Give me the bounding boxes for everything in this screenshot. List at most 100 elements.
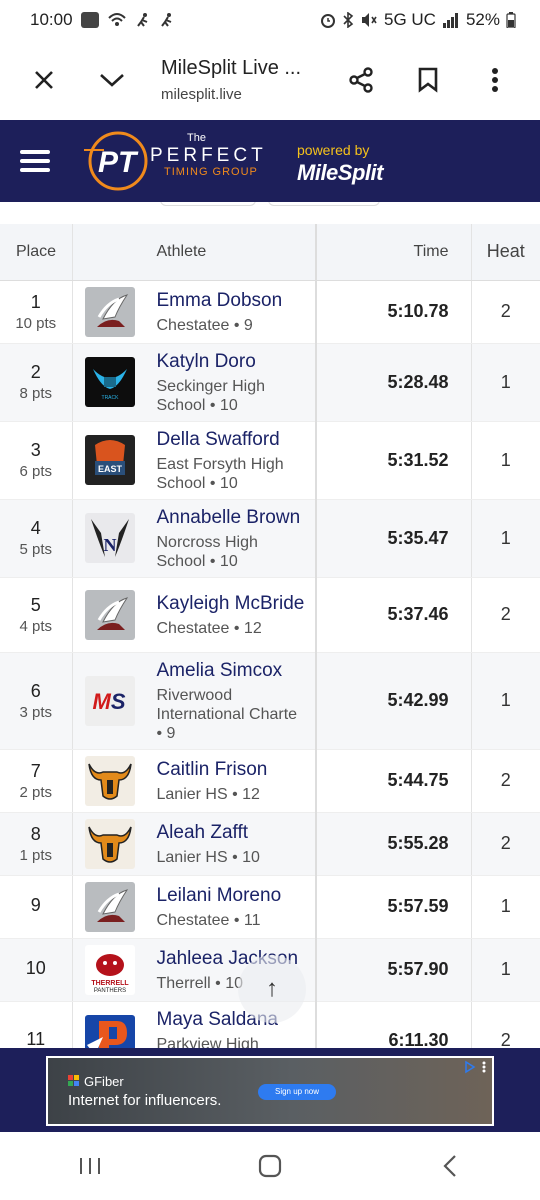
place-number: 5	[30, 594, 41, 615]
header-time[interactable]: Time	[315, 224, 472, 281]
chevron-down-icon	[100, 74, 124, 87]
athlete-cell: MS Amelia Simcox Riverwood International…	[72, 652, 317, 750]
ad-info-icon[interactable]	[464, 1060, 490, 1074]
close-icon	[35, 71, 53, 89]
header-heat[interactable]: Heat	[471, 224, 540, 281]
athlete-name[interactable]: Amelia Simcox	[157, 659, 308, 683]
lanier-logo[interactable]	[84, 818, 135, 869]
place-points: 10 pts	[15, 314, 57, 332]
ad-cta-button[interactable]: Sign up now	[258, 1084, 336, 1100]
athlete-name[interactable]: Kayleigh McBride	[157, 592, 305, 616]
athlete-team[interactable]: Chestatee • 9	[157, 316, 283, 335]
athlete-team[interactable]: Parkview High School • 12	[157, 1035, 308, 1049]
time-cell: 5:10.78	[315, 280, 472, 344]
athlete-name[interactable]: Leilani Moreno	[157, 884, 282, 908]
home-button[interactable]	[240, 1146, 300, 1186]
signal-icon	[442, 13, 458, 28]
parkview-logo[interactable]	[84, 1015, 135, 1048]
perfect-timing-logo[interactable]: PT The PERFECT TIMING GROUP	[80, 128, 284, 194]
athlete-name[interactable]: Emma Dobson	[157, 289, 283, 313]
athlete-team[interactable]: Chestatee • 12	[157, 619, 305, 638]
athlete-name[interactable]: Annabelle Brown	[157, 506, 308, 530]
page-info[interactable]: MileSplit Live ... milesplit.live	[161, 57, 301, 103]
athlete-cell: Caitlin Frison Lanier HS • 12	[72, 749, 317, 813]
more-vertical-icon	[492, 68, 498, 92]
lanier-logo[interactable]	[84, 755, 135, 806]
therrell-logo[interactable]: THERRELL PANTHERS	[84, 944, 135, 995]
place-number: 9	[30, 895, 41, 915]
network-type: 5G UC	[384, 10, 436, 29]
logo-timing: TIMING GROUP	[164, 166, 258, 178]
table-row[interactable]: 9 Leilani Moreno Chestatee • 11 5:57.59 …	[0, 875, 540, 939]
athlete-cell: Leilani Moreno Chestatee • 11	[72, 875, 317, 939]
athlete-team[interactable]: Lanier HS • 10	[157, 848, 260, 867]
minimize-button[interactable]	[90, 58, 134, 102]
svg-text:TRACK: TRACK	[101, 395, 119, 401]
place-number: 6	[30, 680, 41, 701]
recent-apps-button[interactable]	[60, 1146, 120, 1186]
page-url: milesplit.live	[161, 86, 242, 103]
time-cell: 5:57.59	[315, 875, 472, 939]
athlete-team[interactable]: Riverwood International Charte • 9	[157, 686, 308, 743]
more-options-button[interactable]	[473, 58, 517, 102]
chestatee-logo[interactable]	[84, 589, 135, 640]
site-header: PT The PERFECT TIMING GROUP powered by M…	[0, 120, 540, 202]
place-points: 4 pts	[19, 617, 53, 635]
athlete-team[interactable]: Lanier HS • 12	[157, 785, 268, 804]
table-row[interactable]: 3 6 pts EAST Della Swafford East Forsyth…	[0, 421, 540, 500]
header-athlete[interactable]: Athlete	[72, 224, 317, 281]
header-place[interactable]: Place	[0, 224, 73, 281]
place-number: 3	[30, 440, 41, 460]
athlete-cell: EAST Della Swafford East Forsyth High Sc…	[72, 421, 317, 500]
home-icon	[258, 1154, 282, 1178]
athlete-name[interactable]: Della Swafford	[157, 428, 308, 452]
ad-banner[interactable]: GFiber Internet for influencers. Sign up…	[46, 1056, 494, 1126]
athlete-name[interactable]: Katyln Doro	[157, 350, 308, 374]
bookmark-icon	[418, 67, 438, 93]
table-row[interactable]: 2 8 pts TRACK Katyln Doro Seckinger High…	[0, 343, 540, 422]
results-table: Place Athlete Time Heat 1 10 pts Emma Do…	[0, 224, 540, 1048]
table-row[interactable]: 4 5 pts N Annabelle Brown Norcross High …	[0, 499, 540, 578]
athlete-name[interactable]: Aleah Zafft	[157, 821, 260, 845]
athlete-team[interactable]: Norcross High School • 10	[157, 533, 308, 571]
milesplit-logo[interactable]: MileSplit	[297, 160, 383, 186]
place-points: 5 pts	[19, 541, 53, 558]
heat-cell: 1	[471, 652, 540, 750]
heat-cell: 2	[471, 280, 540, 344]
recent-apps-icon	[80, 1158, 100, 1174]
athlete-team[interactable]: East Forsyth High School • 10	[157, 455, 308, 493]
table-row[interactable]: 7 2 pts Caitlin Frison Lanier HS • 12 5:…	[0, 749, 540, 813]
table-row[interactable]: 6 3 pts MS Amelia Simcox Riverwood Inter…	[0, 652, 540, 750]
athlete-name[interactable]: Caitlin Frison	[157, 758, 268, 782]
place-points: 2 pts	[19, 783, 53, 801]
riverwood-logo[interactable]: MS	[84, 675, 135, 726]
athlete-cell: Aleah Zafft Lanier HS • 10	[72, 812, 317, 876]
east-forsyth-logo[interactable]: EAST	[84, 435, 135, 485]
table-row[interactable]: 5 4 pts Kayleigh McBride Chestatee • 12 …	[0, 577, 540, 653]
back-button[interactable]	[420, 1146, 480, 1186]
table-row[interactable]: 1 10 pts Emma Dobson Chestatee • 9 5:10.…	[0, 280, 540, 344]
athlete-team[interactable]: Seckinger High School • 10	[157, 377, 308, 415]
place-number: 1	[30, 291, 41, 312]
athlete-team[interactable]: Chestatee • 11	[157, 911, 282, 930]
wifi-calling-icon	[107, 13, 126, 26]
table-row[interactable]: 8 1 pts Aleah Zafft Lanier HS • 10 5:55.…	[0, 812, 540, 876]
tab-stub[interactable]	[160, 202, 256, 206]
logo-perfect: PERFECT	[150, 145, 267, 166]
seckinger-logo[interactable]: TRACK	[84, 357, 135, 407]
close-tab-button[interactable]	[22, 58, 66, 102]
svg-text:PT: PT	[98, 146, 139, 179]
tab-stub[interactable]	[268, 202, 380, 206]
share-button[interactable]	[339, 58, 383, 102]
heat-cell: 1	[471, 938, 540, 1002]
bookmark-button[interactable]	[406, 58, 450, 102]
place-cell: 7 2 pts	[0, 749, 73, 813]
chestatee-logo[interactable]	[84, 286, 135, 337]
place-cell: 5 4 pts	[0, 577, 73, 653]
hamburger-menu-button[interactable]	[20, 150, 50, 172]
status-bar: 10:00 5G UC 52%	[0, 0, 540, 40]
place-number: 10	[25, 958, 46, 978]
scroll-to-top-button[interactable]: ↑	[238, 955, 306, 1023]
chestatee-logo[interactable]	[84, 881, 135, 932]
norcross-logo[interactable]: N	[84, 513, 135, 563]
